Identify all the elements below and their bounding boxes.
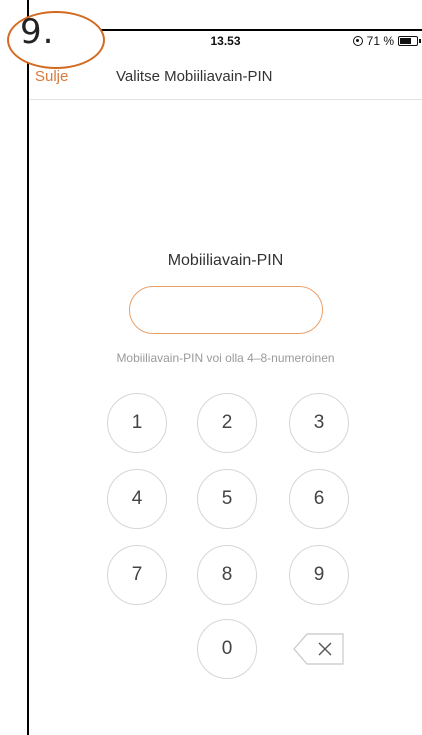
battery-fill — [400, 38, 412, 44]
key-5[interactable]: 5 — [197, 469, 257, 529]
battery-icon — [398, 36, 421, 46]
key-1[interactable]: 1 — [107, 393, 167, 453]
pin-hint: Mobiiliavain-PIN voi olla 4–8-numeroinen — [116, 351, 335, 365]
rotation-lock-icon — [352, 36, 363, 46]
key-0[interactable]: 0 — [197, 619, 257, 679]
battery-percentage: 71 % — [366, 34, 394, 48]
step-number: 9. — [20, 12, 55, 52]
key-2[interactable]: 2 — [197, 393, 257, 453]
key-4[interactable]: 4 — [107, 469, 167, 529]
backspace-icon[interactable] — [293, 633, 345, 665]
close-button[interactable]: Sulje — [35, 68, 68, 85]
key-7[interactable]: 7 — [107, 545, 167, 605]
page-title: Valitse Mobiiliavain-PIN — [116, 68, 273, 85]
pin-label: Mobiiliavain-PIN — [167, 252, 284, 269]
status-indicators: 71 % — [352, 34, 421, 48]
screenshot-frame-left — [27, 0, 29, 735]
key-9[interactable]: 9 — [289, 545, 349, 605]
key-3[interactable]: 3 — [289, 393, 349, 453]
key-6[interactable]: 6 — [289, 469, 349, 529]
key-8[interactable]: 8 — [197, 545, 257, 605]
pin-input[interactable] — [129, 286, 323, 334]
